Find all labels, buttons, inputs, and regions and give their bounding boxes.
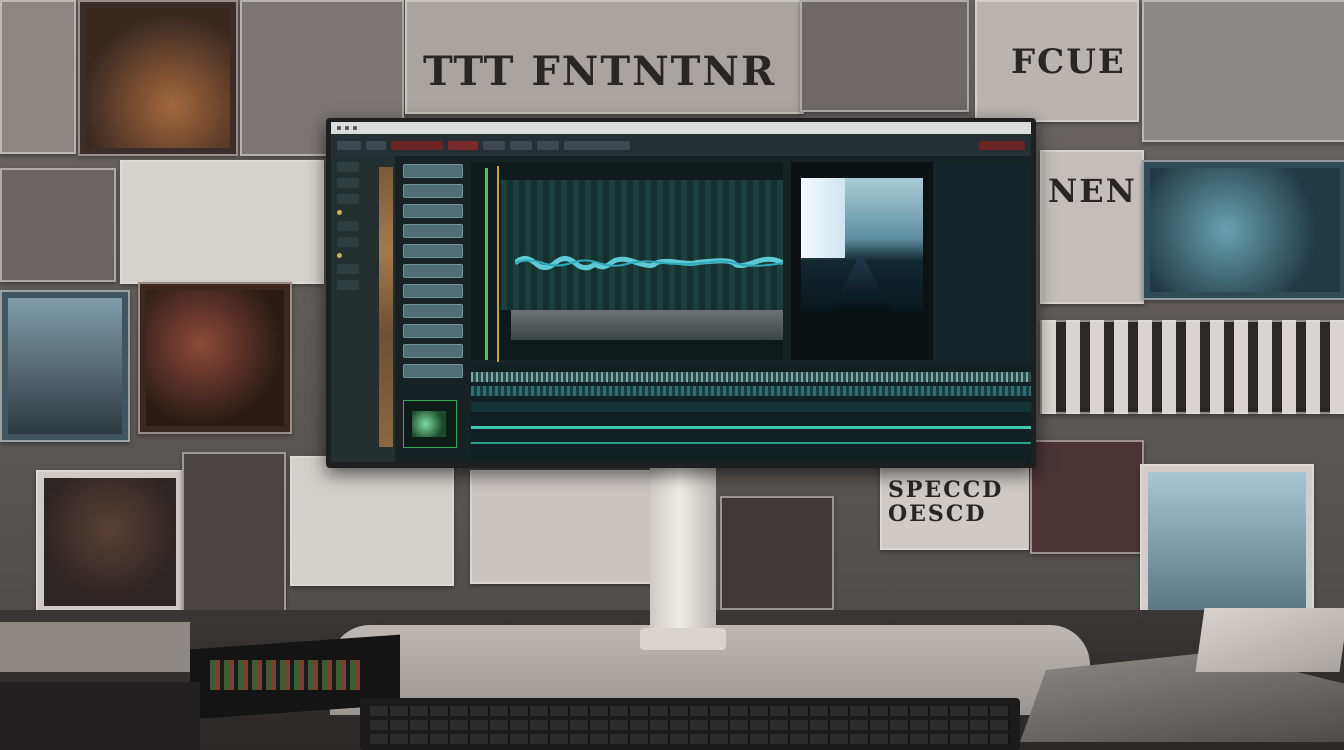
poster [0, 168, 116, 282]
monitor-stand-base [640, 628, 726, 650]
in-point-marker[interactable] [497, 166, 499, 362]
editor-toolbar [331, 134, 1031, 156]
poster [1040, 320, 1344, 414]
timeline [471, 364, 1031, 462]
poster [720, 496, 834, 610]
poster: SPECCD OESCD [880, 466, 1029, 550]
clip-thumbnail-icon[interactable] [403, 324, 463, 338]
poster [36, 470, 184, 614]
preview-frame-icon [791, 162, 933, 360]
inspector-panel [933, 162, 1031, 360]
audio-track[interactable] [471, 402, 1031, 412]
timeline-ruler[interactable] [471, 372, 1031, 382]
toolbar-button[interactable] [448, 140, 478, 150]
poster [290, 456, 454, 586]
clip-thumbnail-icon[interactable] [403, 184, 463, 198]
clip-thumbnail-icon[interactable] [403, 244, 463, 258]
clip-thumbnail-icon[interactable] [403, 304, 463, 318]
poster [182, 452, 286, 616]
poster [78, 0, 238, 156]
app-titlebar [331, 122, 1031, 134]
poster [800, 0, 969, 112]
panel-row[interactable] [337, 237, 359, 247]
toolbar-button[interactable] [483, 140, 505, 150]
poster-text: NEN [1048, 172, 1137, 210]
poster: NEN [1040, 150, 1144, 304]
poster [1030, 440, 1144, 554]
keyboard [360, 698, 1020, 750]
audio-gear [0, 612, 400, 750]
poster-banner: TTT FNTNTNR [405, 0, 804, 114]
panel-row[interactable] [337, 178, 359, 188]
panel-row[interactable] [337, 194, 359, 204]
clip-thumbnail-icon[interactable] [403, 264, 463, 278]
laptop [1195, 608, 1344, 672]
window-control-icon[interactable] [337, 126, 341, 130]
clip-strip[interactable] [511, 310, 783, 340]
wall-banner-text: TTT FNTNTNR [423, 48, 777, 95]
toolbar-button[interactable] [564, 140, 630, 150]
toolbar-button[interactable] [510, 140, 532, 150]
poster [1142, 160, 1344, 300]
record-indicator [979, 140, 1025, 150]
status-dot-icon [337, 210, 342, 215]
record-button[interactable] [391, 140, 443, 150]
clip-thumbnail-icon[interactable] [403, 344, 463, 358]
scope-thumbnail [403, 400, 457, 448]
playhead-marker-icon[interactable] [485, 168, 488, 360]
photo-scene: TTT FNTNTNR FCUE NEN SPECCD OESCD [0, 0, 1344, 750]
panel-row[interactable] [337, 280, 359, 290]
panel-row[interactable] [337, 162, 359, 172]
timeline-line [471, 426, 1031, 429]
video-editor-screen [331, 122, 1031, 462]
toolbar-button[interactable] [537, 140, 559, 150]
video-track[interactable] [471, 386, 1031, 396]
panel-row[interactable] [337, 221, 359, 231]
poster-text: SPECCD OESCD [888, 477, 1004, 527]
spectrogram [501, 180, 783, 310]
poster-text: FCUE [1011, 42, 1126, 82]
poster [0, 290, 130, 442]
poster [1142, 0, 1344, 142]
clip-thumbnail-icon[interactable] [403, 224, 463, 238]
status-dot-icon [337, 253, 342, 258]
key-row [370, 720, 1010, 730]
audio-waveform [515, 256, 783, 271]
toolbar-button[interactable] [366, 140, 386, 150]
monitor [326, 118, 1036, 468]
toolbar-button[interactable] [337, 140, 361, 150]
poster [470, 470, 654, 584]
poster [1140, 464, 1314, 618]
key-row [370, 734, 1010, 744]
monitor-stand [650, 466, 716, 646]
audio-meter [379, 167, 393, 447]
panel-row[interactable] [337, 264, 359, 274]
timeline-line [471, 442, 1031, 444]
window-control-icon[interactable] [353, 126, 357, 130]
clip-thumbnail-icon[interactable] [403, 364, 463, 378]
clip-thumbnail-icon[interactable] [403, 204, 463, 218]
clip-thumbnail-icon[interactable] [403, 284, 463, 298]
poster [120, 160, 324, 284]
poster [0, 0, 76, 154]
window-control-icon[interactable] [345, 126, 349, 130]
key-row [370, 706, 1010, 716]
clip-thumbnail-icon[interactable] [403, 164, 463, 178]
waveform-viewer [471, 162, 783, 362]
poster [138, 282, 292, 434]
poster: FCUE [975, 0, 1139, 122]
